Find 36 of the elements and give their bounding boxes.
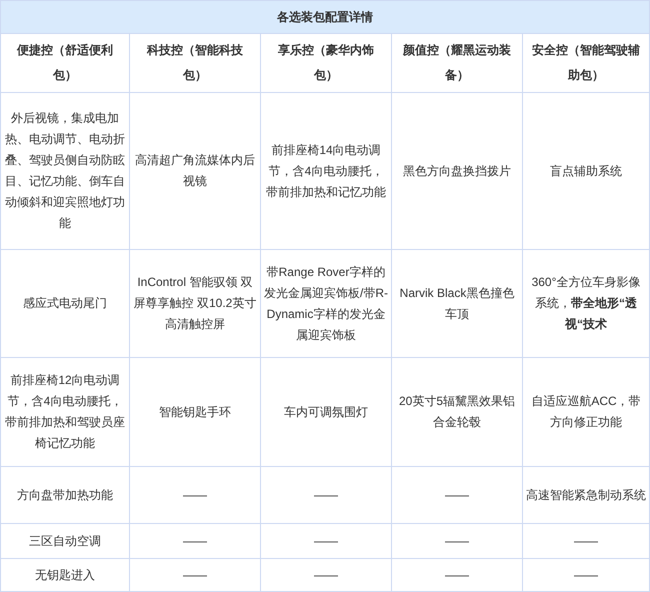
- column-header: 便捷控（舒适便利包）: [0, 34, 130, 92]
- table-cell: ——: [522, 558, 650, 592]
- table-cell: 前排座椅12向电动调节，含4向电动腰托，带前排加热和驾驶员座椅记忆功能: [0, 358, 130, 466]
- column-header: 安全控（智能驾驶辅助包）: [522, 34, 650, 92]
- table-cell: 20英寸5辐黧黑效果铝合金轮毂: [392, 358, 522, 466]
- table-cell: Narvik Black黑色撞色车顶: [392, 250, 522, 358]
- table-cell: 盲点辅助系统: [522, 92, 650, 250]
- table-cell: ——: [130, 524, 260, 558]
- table-cell: ——: [260, 558, 392, 592]
- table-cell: 方向盘带加热功能: [0, 466, 130, 524]
- column-header: 颜值控（耀黑运动装备）: [392, 34, 522, 92]
- table-cell: 带Range Rover字样的发光金属迎宾饰板/带R-Dynamic字样的发光金属迎宾饰板: [260, 250, 392, 358]
- table-cell: 高速智能紧急制动系统: [522, 466, 650, 524]
- table-cell: ——: [392, 558, 522, 592]
- table-cell: 前排座椅14向电动调节，含4向电动腰托，带前排加热和记忆功能: [260, 92, 392, 250]
- table-cell: 高清超广角流媒体内后视镜: [130, 92, 260, 250]
- table-cell: ——: [260, 466, 392, 524]
- table-cell: 智能钥匙手环: [130, 358, 260, 466]
- column-header: 享乐控（豪华内饰包）: [260, 34, 392, 92]
- table-cell: ——: [130, 466, 260, 524]
- table-cell: 黑色方向盘换挡拨片: [392, 92, 522, 250]
- table-cell: ——: [392, 524, 522, 558]
- table-cell: 自适应巡航ACC，带方向修正功能: [522, 358, 650, 466]
- column-header: 科技控（智能科技包）: [130, 34, 260, 92]
- table-cell: 外后视镜，集成电加热、电动调节、电动折叠、驾驶员侧自动防眩目、记忆功能、倒车自动倾斜和迎宾照地灯功能: [0, 92, 130, 250]
- table-cell: 感应式电动尾门: [0, 250, 130, 358]
- table-cell: ——: [392, 466, 522, 524]
- table-cell: ——: [522, 524, 650, 558]
- table-cell: ——: [130, 558, 260, 592]
- table-cell: 车内可调氛围灯: [260, 358, 392, 466]
- table-cell: 无钥匙进入: [0, 558, 130, 592]
- table-cell: 360°全方位车身影像系统，带全地形“透视“技术: [522, 250, 650, 358]
- table-cell: ——: [260, 524, 392, 558]
- table-cell: 三区自动空调: [0, 524, 130, 558]
- table-title: 各选装包配置详情: [0, 0, 650, 34]
- table-cell: InControl 智能驭领 双屏尊享触控 双10.2英寸高清触控屏: [130, 250, 260, 358]
